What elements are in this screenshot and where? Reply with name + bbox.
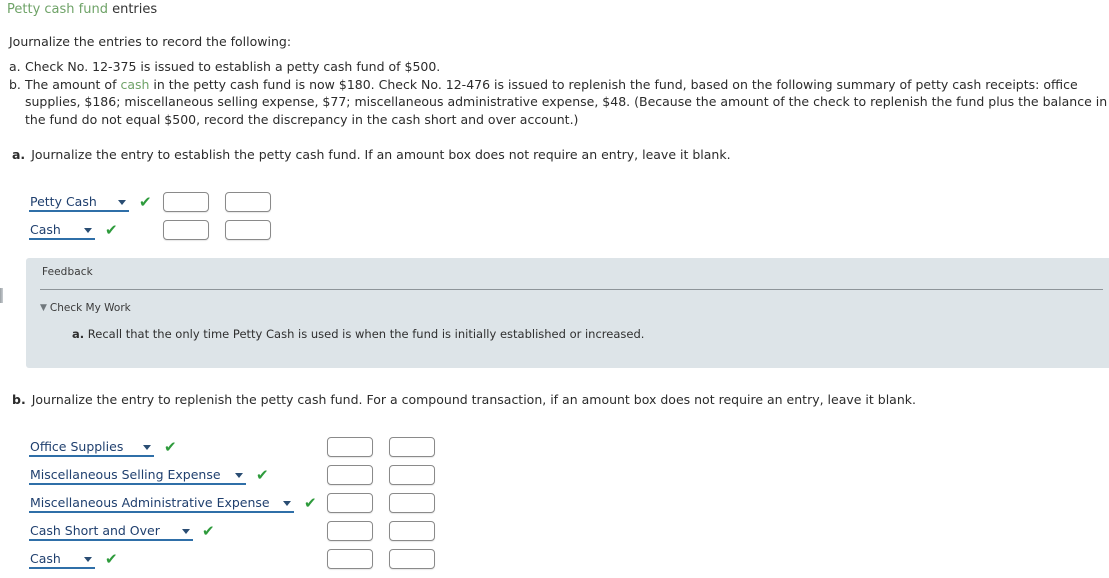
part-b-prompt-text: Journalize the entry to replenish the pe… (31, 392, 916, 407)
check-my-work-label: Check My Work (49, 302, 131, 314)
debit-amount-input[interactable] (327, 549, 373, 569)
chevron-down-icon (84, 228, 92, 233)
account-select-office-supplies-value: Office Supplies (30, 439, 124, 454)
chevron-down-icon (182, 529, 190, 534)
part-b-label: b. (12, 392, 26, 407)
account-select-cash-2-value: Cash (30, 551, 61, 566)
account-select-miscellaneous-selling-expense[interactable]: Miscellaneous Selling Expense (29, 467, 246, 485)
page-edge-scroll-artifact (0, 288, 3, 303)
feedback-body-label: a. (72, 327, 85, 341)
problem-item-b-marker: b. (9, 76, 21, 92)
chevron-down-icon (143, 445, 151, 450)
part-a-prompt-text: Journalize the entry to establish the pe… (31, 147, 731, 162)
account-select-office-supplies[interactable]: Office Supplies (29, 439, 154, 457)
problem-item-a-text: Check No. 12-375 is issued to establish … (25, 59, 441, 74)
page-title-rest: entries (107, 2, 158, 17)
account-select-miscellaneous-administrative-expense-value: Miscellaneous Administrative Expense (30, 495, 270, 510)
part-a-prompt: a. Journalize the entry to establish the … (12, 147, 731, 163)
account-select-cash-short-and-over-value: Cash Short and Over (30, 523, 160, 538)
debit-amount-input[interactable] (327, 521, 373, 541)
credit-amount-input[interactable] (225, 220, 271, 240)
feedback-body: a. Recall that the only time Petty Cash … (72, 327, 644, 341)
feedback-divider (40, 289, 1103, 290)
credit-amount-input[interactable] (389, 493, 435, 513)
validation-check-icon: ✔ (304, 494, 317, 512)
account-select-cash[interactable]: Cash (29, 222, 95, 240)
validation-check-icon: ✔ (105, 221, 118, 239)
problem-item-b: b. The amount of cash in the petty cash … (9, 76, 1109, 129)
credit-amount-input[interactable] (389, 465, 435, 485)
page-title: Petty cash fund entries (7, 1, 157, 18)
intro-text: Journalize the entries to record the fol… (9, 34, 292, 49)
validation-check-icon: ✔ (202, 522, 215, 540)
debit-amount-input[interactable] (327, 493, 373, 513)
problem-item-a: a. Check No. 12-375 is issued to establi… (9, 58, 1109, 76)
debit-amount-input[interactable] (327, 465, 373, 485)
problem-list: a. Check No. 12-375 is issued to establi… (9, 58, 1109, 128)
part-a-label: a. (12, 147, 26, 162)
validation-check-icon: ✔ (139, 193, 152, 211)
debit-amount-input[interactable] (163, 192, 209, 212)
part-b-prompt: b. Journalize the entry to replenish the … (12, 392, 916, 408)
chevron-down-icon (283, 501, 291, 506)
chevron-down-icon (84, 557, 92, 562)
account-select-petty-cash-value: Petty Cash (30, 194, 97, 209)
problem-item-b-text-after: in the petty cash fund is now $180. Chec… (25, 76, 1108, 127)
account-select-cash-short-and-over[interactable]: Cash Short and Over (29, 523, 193, 541)
feedback-body-text: Recall that the only time Petty Cash is … (84, 327, 645, 341)
validation-check-icon: ✔ (256, 466, 269, 484)
feedback-panel: Feedback ▼ Check My Work a. Recall that t… (26, 258, 1109, 368)
debit-amount-input[interactable] (163, 220, 209, 240)
page-title-highlight: Petty cash fund (7, 2, 108, 17)
credit-amount-input[interactable] (389, 549, 435, 569)
triangle-down-icon: ▼ (40, 303, 47, 313)
debit-amount-input[interactable] (327, 437, 373, 457)
check-my-work-toggle[interactable]: ▼ Check My Work (40, 302, 131, 314)
problem-item-b-text-before: The amount of (25, 76, 121, 92)
account-select-miscellaneous-selling-expense-value: Miscellaneous Selling Expense (30, 467, 221, 482)
chevron-down-icon (118, 200, 126, 205)
validation-check-icon: ✔ (164, 438, 177, 456)
glossary-link-cash[interactable]: cash (120, 77, 149, 92)
account-select-cash-value: Cash (30, 222, 61, 237)
chevron-down-icon (235, 473, 243, 478)
account-select-petty-cash[interactable]: Petty Cash (29, 194, 129, 212)
credit-amount-input[interactable] (389, 521, 435, 541)
problem-item-a-marker: a. (9, 59, 21, 74)
feedback-title: Feedback (42, 266, 93, 278)
account-select-miscellaneous-administrative-expense[interactable]: Miscellaneous Administrative Expense (29, 495, 294, 513)
account-select-cash-2[interactable]: Cash (29, 551, 95, 569)
validation-check-icon: ✔ (105, 550, 118, 568)
credit-amount-input[interactable] (225, 192, 271, 212)
credit-amount-input[interactable] (389, 437, 435, 457)
